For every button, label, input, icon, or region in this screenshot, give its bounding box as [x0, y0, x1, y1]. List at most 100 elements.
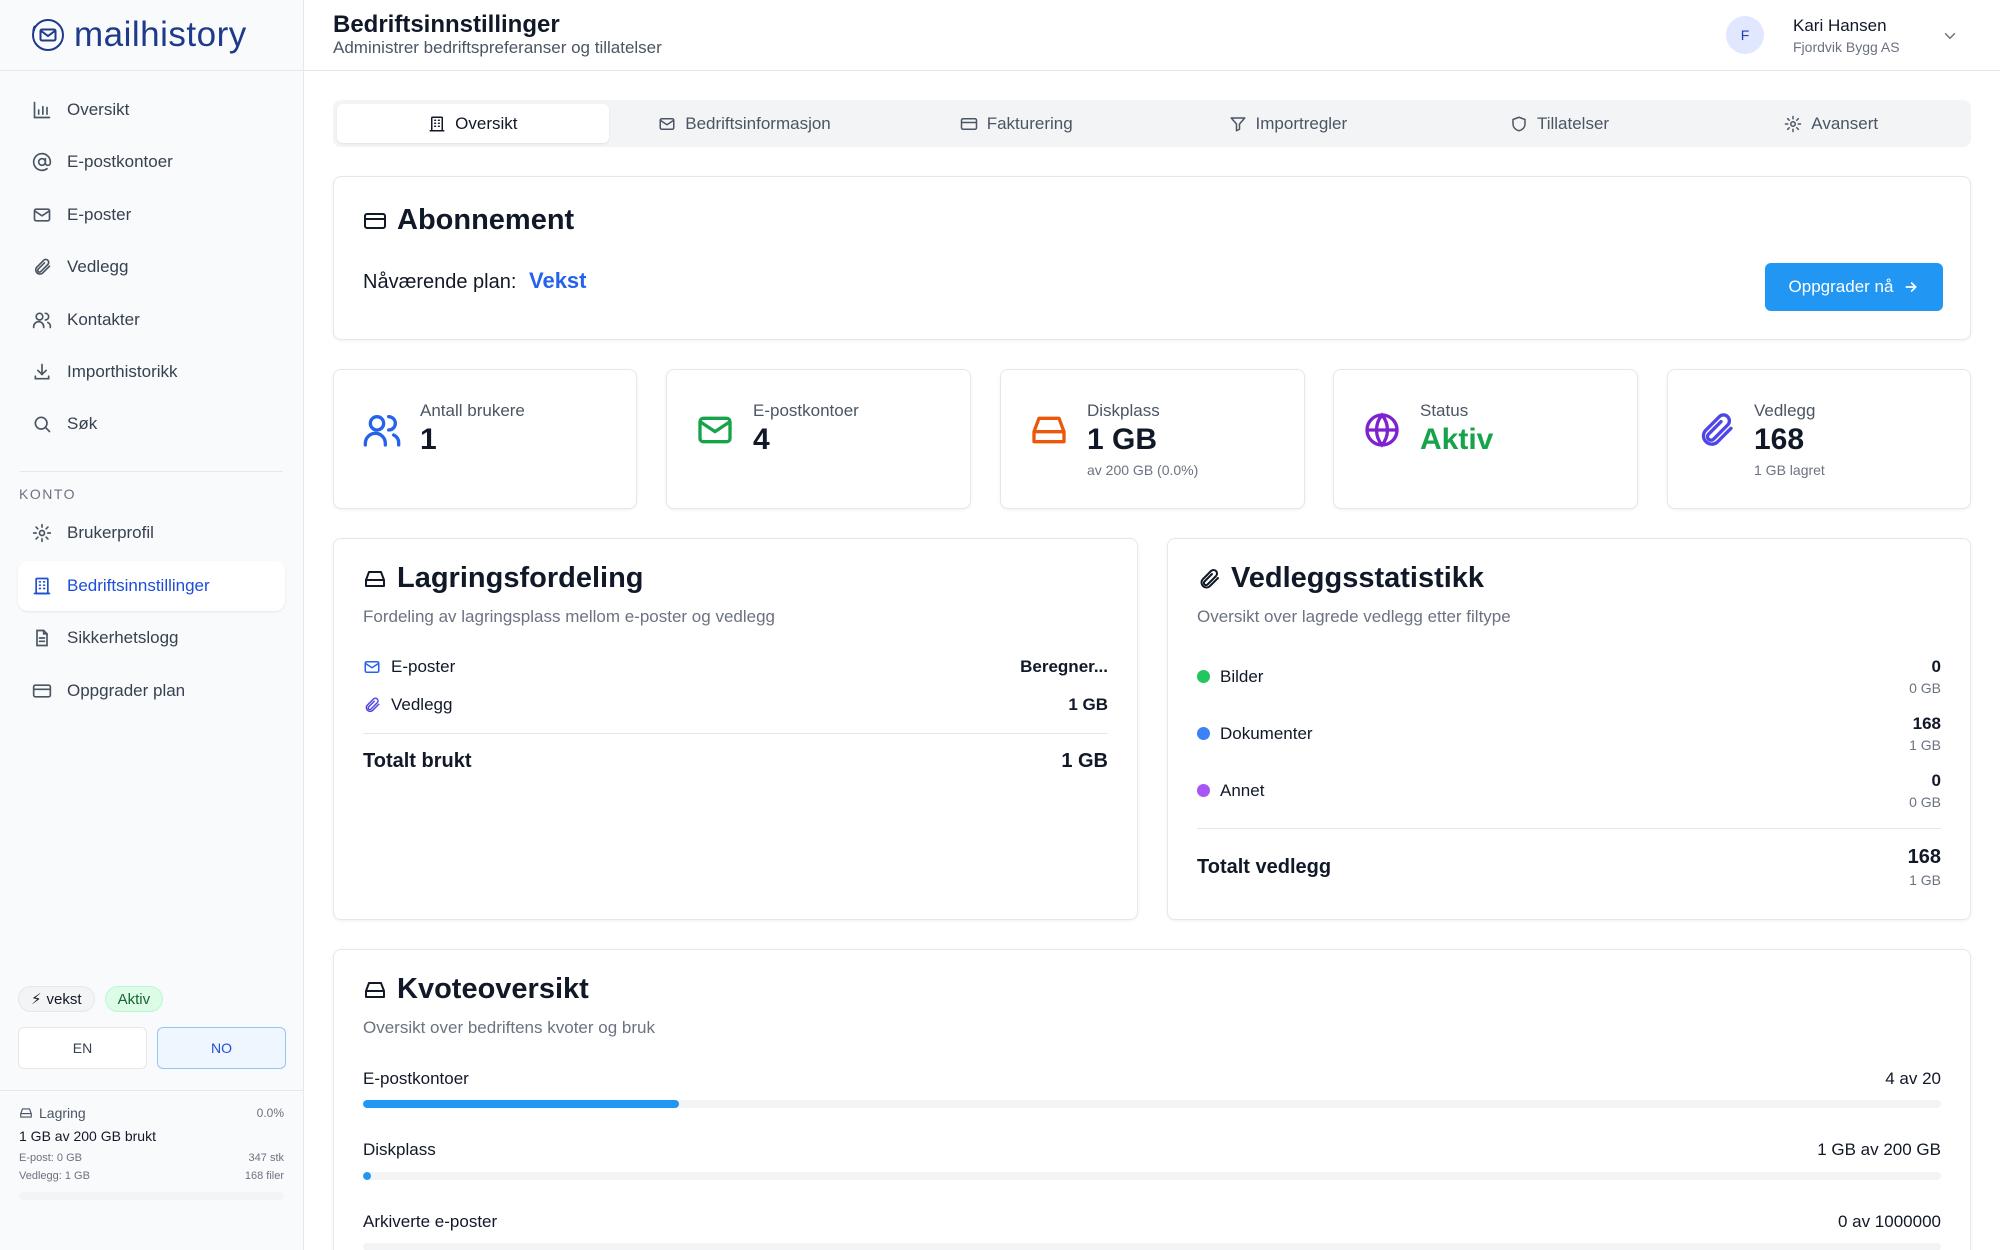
stat-card-mail-accounts: E-postkontoer 4 [666, 369, 971, 509]
attachment-row-documents: Dokumenter 168 1 GB [1197, 714, 1941, 753]
chevron-down-icon[interactable] [1941, 27, 1959, 45]
paperclip-icon [1200, 568, 1219, 588]
stat-label: E-postkontoer [753, 401, 859, 420]
logo[interactable]: mailhistory [0, 0, 303, 71]
attachment-total-label: Totalt vedlegg [1197, 855, 1332, 878]
quota-card: Kvoteoversikt Oversikt over bedriftens k… [333, 949, 1971, 1250]
page-subtitle: Administrer bedriftspreferanser og tilla… [333, 38, 662, 57]
sidebar-item-oppgrader-plan[interactable]: Oppgrader plan [18, 666, 285, 716]
sidebar-item-e-poster[interactable]: E-poster [18, 190, 285, 240]
bar-chart-icon [33, 101, 51, 119]
lang-no-button[interactable]: NO [157, 1027, 286, 1069]
attachment-row-label: Annet [1220, 780, 1265, 800]
quota-progress [363, 1172, 1941, 1180]
plan-badge-label: vekst [46, 990, 82, 1008]
logo-text: mailhistory [74, 15, 247, 54]
stat-note: 1 GB lagret [1754, 462, 1825, 478]
quota-row-label: Diskplass [363, 1140, 436, 1159]
attachment-stats-card: Vedleggsstatistikk Oversikt over lagrede… [1167, 538, 1971, 920]
stat-value: 1 GB [1087, 423, 1158, 456]
plan-badges: ⚡ vekst Aktiv [18, 986, 164, 1012]
attachment-row-label: Dokumenter [1220, 723, 1313, 743]
paperclip-icon [34, 258, 51, 276]
quota-row-label: E-postkontoer [363, 1069, 469, 1088]
quota-progress-fill [363, 1100, 679, 1108]
credit-card-icon [960, 117, 977, 130]
user-name[interactable]: Kari Hansen [1793, 16, 1887, 36]
storage-progress [19, 1192, 284, 1200]
sidebar-item-brukerprofil[interactable]: Brukerprofil [18, 508, 285, 558]
storage-title-text: Lagring [39, 1105, 86, 1121]
storage-percent: 0.0% [256, 1106, 284, 1120]
quota-row: Arkiverte e-poster 0 av 1000000 [363, 1212, 1941, 1232]
attachment-stats-title-text: Vedleggsstatistikk [1231, 562, 1485, 594]
quota-progress-fill [363, 1172, 371, 1180]
sidebar-item-label: E-poster [67, 204, 132, 224]
arrow-right-icon [1905, 282, 1918, 292]
storage-email-count: 347 stk [248, 1152, 284, 1164]
users-icon [32, 312, 52, 328]
quota-row: E-postkontoer 4 av 20 [363, 1069, 1941, 1089]
attachment-row-count: 0 [1931, 771, 1941, 790]
tab-oversikt[interactable]: Oversikt [337, 104, 609, 143]
sidebar-item-label: Oppgrader plan [67, 680, 186, 700]
lang-en-button[interactable]: EN [18, 1027, 147, 1069]
quota-progress [363, 1243, 1941, 1250]
sidebar-item-kontakter[interactable]: Kontakter [18, 295, 285, 345]
sidebar-item-sok[interactable]: Søk [18, 399, 285, 449]
mail-icon [33, 208, 51, 222]
stat-label: Antall brukere [420, 401, 525, 420]
language-switcher: EN NO [18, 1027, 286, 1069]
settings-tabs: Oversikt Bedriftsinformasjon Fakturering… [333, 100, 1971, 147]
section-label: KONTO [19, 486, 77, 503]
storage-row-value: 1 GB [1068, 695, 1108, 714]
sidebar-item-sikkerhetslogg[interactable]: Sikkerhetslogg [18, 613, 285, 663]
storage-dist-title-text: Lagringsfordeling [397, 562, 644, 594]
storage-total-value: 1 GB [1061, 750, 1108, 772]
sidebar-item-vedlegg[interactable]: Vedlegg [18, 242, 285, 292]
header: Bedriftsinnstillinger Administrer bedrif… [304, 0, 2000, 71]
tab-label: Tillatelser [1536, 113, 1610, 133]
storage-row-total: Totalt brukt 1 GB [363, 750, 1108, 773]
sidebar-item-label: Kontakter [67, 309, 140, 329]
tab-importregler[interactable]: Importregler [1152, 104, 1424, 143]
quota-subtitle: Oversikt over bedriftens kvoter og bruk [363, 1018, 655, 1037]
attachment-divider [1197, 828, 1941, 829]
stat-label: Diskplass [1087, 401, 1160, 420]
sidebar-item-label: Oversikt [67, 100, 130, 119]
sidebar: mailhistory Oversikt E-postkontoer E-pos… [0, 0, 304, 1250]
storage-row-attachments: Vedlegg 1 GB [363, 695, 1108, 715]
attachment-total-count: 168 [1907, 846, 1941, 868]
hard-drive-icon [1032, 416, 1066, 444]
users-icon [363, 415, 401, 447]
paperclip-icon [365, 697, 380, 713]
shield-icon [1512, 116, 1526, 131]
sidebar-item-oversikt[interactable]: Oversikt [18, 85, 285, 135]
page-title: Bedriftsinnstillinger [333, 11, 560, 38]
tab-avansert[interactable]: Avansert [1695, 104, 1967, 143]
mail-icon [659, 117, 675, 130]
plan-label: Nåværende plan: [363, 271, 517, 293]
avatar[interactable]: F [1726, 16, 1764, 54]
tab-tillatelser[interactable]: Tillatelser [1424, 104, 1696, 143]
stat-note: av 200 GB (0.0%) [1087, 462, 1199, 478]
tab-label: Bedriftsinformasjon [685, 113, 831, 133]
storage-email: E-post: 0 GB [19, 1152, 82, 1164]
tab-bedriftsinformasjon[interactable]: Bedriftsinformasjon [609, 104, 881, 143]
sidebar-item-importhistorikk[interactable]: Importhistorikk [18, 347, 285, 397]
attachment-row-count: 168 [1912, 714, 1941, 733]
storage-total-label: Totalt brukt [363, 750, 472, 772]
sidebar-item-bedriftsinnstillinger[interactable]: Bedriftsinnstillinger [18, 560, 285, 611]
attachment-row-other: Annet 0 0 GB [1197, 771, 1941, 810]
stat-value: Aktiv [1420, 423, 1494, 456]
sidebar-item-label: Brukerprofil [67, 523, 154, 543]
storage-attachments: Vedlegg: 1 GB [19, 1170, 90, 1182]
storage-dist-title: Lagringsfordeling [363, 562, 644, 595]
tab-label: Fakturering [986, 113, 1073, 133]
stat-value: 4 [753, 423, 770, 456]
upgrade-button[interactable]: Oppgrader nå [1765, 263, 1943, 311]
plan-badge: ⚡ vekst [18, 986, 95, 1012]
sidebar-item-e-postkontoer[interactable]: E-postkontoer [18, 137, 285, 187]
attachment-row-label: Bilder [1220, 666, 1264, 686]
tab-fakturering[interactable]: Fakturering [880, 104, 1152, 143]
